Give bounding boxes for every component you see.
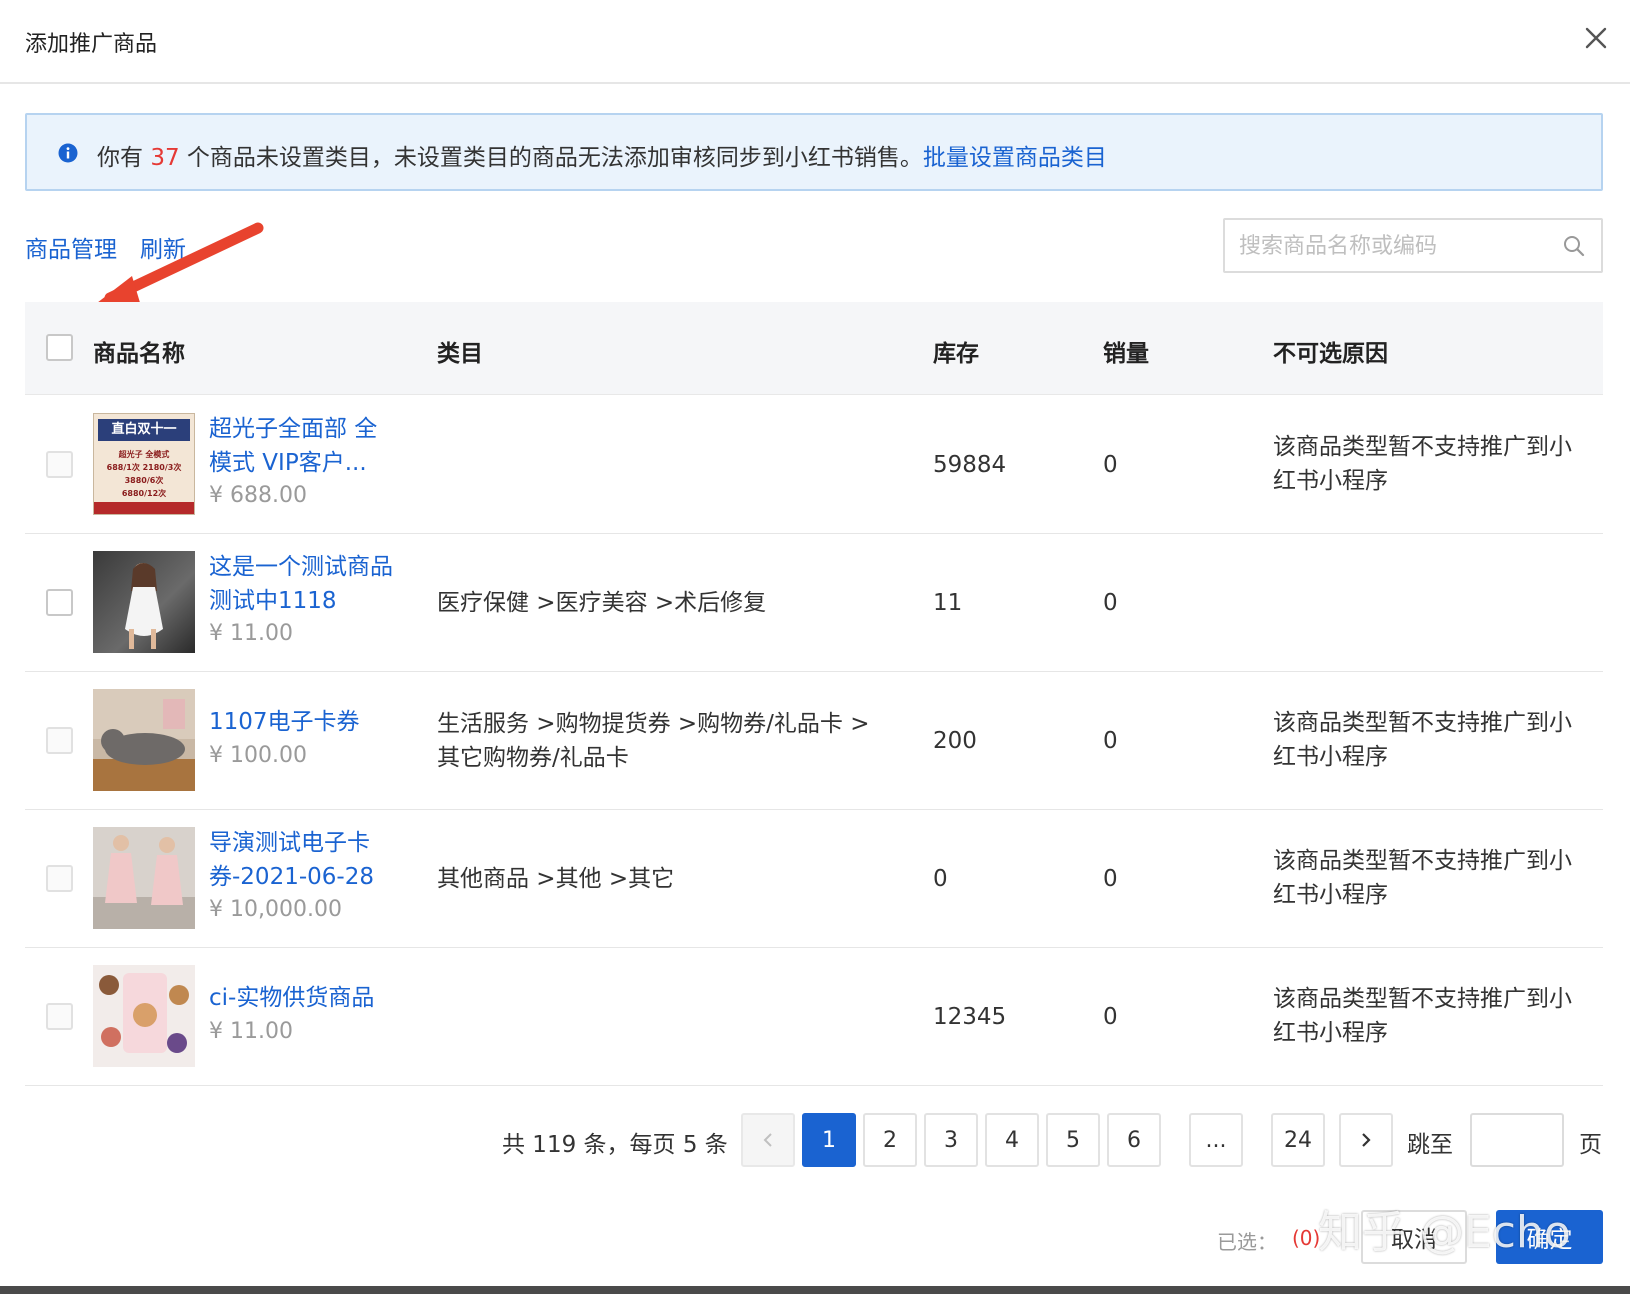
page-button-2[interactable]: 2 xyxy=(863,1113,917,1167)
table-row: 导演测试电子卡券-2021-06-28 ¥ 10,000.00 其他商品 >其他… xyxy=(25,810,1603,948)
search-icon[interactable] xyxy=(1562,234,1586,258)
prev-page-button[interactable] xyxy=(741,1113,795,1167)
refresh-link[interactable]: 刷新 xyxy=(140,230,186,264)
category-notice: 你有 37 个商品未设置类目，未设置类目的商品无法添加审核同步到小红书销售。批量… xyxy=(25,113,1603,191)
notice-prefix: 你有 xyxy=(97,145,143,171)
product-stock: 12345 xyxy=(933,1004,1007,1030)
add-promotion-dialog: 添加推广商品 你有 37 个商品未设置类目，未设置类目的商品无法添加审核同步到小… xyxy=(0,0,1630,1294)
unselectable-reason: 该商品类型暂不支持推广到小红书小程序 xyxy=(1273,434,1572,494)
unselectable-reason: 该商品类型暂不支持推广到小红书小程序 xyxy=(1273,986,1572,1046)
chevron-left-icon xyxy=(763,1133,772,1147)
notice-text: 你有 37 个商品未设置类目，未设置类目的商品无法添加审核同步到小红书销售。批量… xyxy=(97,138,1107,172)
page-button-4[interactable]: 4 xyxy=(985,1113,1039,1167)
notice-message: 个商品未设置类目，未设置类目的商品无法添加审核同步到小红书销售。 xyxy=(186,145,923,171)
product-thumbnail: 直白双十一 超光子 全模式 688/1次 2180/3次 3880/6次 688… xyxy=(93,413,195,515)
uncategorized-count: 37 xyxy=(150,145,180,171)
column-header-name: 商品名称 xyxy=(93,341,185,367)
table-row: ci-实物供货商品 ¥ 11.00 12345 0 该商品类型暂不支持推广到小红… xyxy=(25,948,1603,1086)
column-header-reason: 不可选原因 xyxy=(1273,341,1388,367)
page-button-3[interactable]: 3 xyxy=(924,1113,978,1167)
product-stock: 0 xyxy=(933,866,948,892)
product-price: ¥ 11.00 xyxy=(209,621,293,646)
product-name-link[interactable]: 1107电子卡券 xyxy=(209,705,399,739)
page-button-24[interactable]: 24 xyxy=(1271,1113,1325,1167)
row-checkbox[interactable] xyxy=(46,727,73,754)
cat-photo xyxy=(93,689,195,791)
unselectable-reason: 该商品类型暂不支持推广到小红书小程序 xyxy=(1273,710,1572,770)
confirm-button[interactable]: 确定 xyxy=(1496,1210,1603,1264)
unselectable-reason: 该商品类型暂不支持推广到小红书小程序 xyxy=(1273,848,1572,908)
phone-grip-photo xyxy=(99,973,189,1053)
info-icon xyxy=(58,143,78,163)
product-sales: 0 xyxy=(1103,1004,1118,1030)
dress-photo xyxy=(125,563,163,649)
product-name-link[interactable]: 超光子全面部 全模式 VIP客户... xyxy=(209,412,399,480)
table-row: 直白双十一 超光子 全模式 688/1次 2180/3次 3880/6次 688… xyxy=(25,396,1603,534)
product-sales: 0 xyxy=(1103,728,1118,754)
cancel-button[interactable]: 取消 xyxy=(1361,1210,1467,1264)
product-thumbnail xyxy=(93,689,195,791)
table-row: 1107电子卡券 ¥ 100.00 生活服务 >购物提货券 >购物券/礼品卡 >… xyxy=(25,672,1603,810)
row-checkbox[interactable] xyxy=(46,589,73,616)
product-thumbnail xyxy=(93,551,195,653)
selected-count: (0) xyxy=(1292,1226,1321,1250)
product-stock: 11 xyxy=(933,590,963,616)
thumb-text: 超光子 全模式 688/1次 2180/3次 3880/6次 6880/12次 xyxy=(106,450,182,498)
chevron-right-icon xyxy=(1362,1133,1371,1147)
batch-set-category-link[interactable]: 批量设置商品类目 xyxy=(923,145,1107,171)
row-checkbox[interactable] xyxy=(46,865,73,892)
jump-to-label: 跳至 xyxy=(1407,1132,1453,1158)
page-button-1[interactable]: 1 xyxy=(802,1113,856,1167)
product-stock: 200 xyxy=(933,728,977,754)
dialog-title: 添加推广商品 xyxy=(25,32,158,57)
product-price: ¥ 10,000.00 xyxy=(209,897,342,922)
page-ellipsis-button[interactable]: ... xyxy=(1189,1113,1243,1167)
search-input[interactable] xyxy=(1239,228,1559,264)
pagination-total: 共 119 条，每页 5 条 xyxy=(502,1132,728,1158)
dress-photo xyxy=(93,835,195,929)
product-thumbnail xyxy=(93,827,195,929)
column-header-category: 类目 xyxy=(437,341,483,367)
selected-label: 已选： xyxy=(1217,1230,1277,1254)
product-sales: 0 xyxy=(1103,590,1118,616)
product-price: ¥ 688.00 xyxy=(209,483,307,508)
table-header: 商品名称 类目 库存 销量 不可选原因 xyxy=(25,302,1603,395)
column-header-stock: 库存 xyxy=(933,341,979,367)
product-category: 生活服务 >购物提货券 >购物券/礼品卡 >其它购物券/礼品卡 xyxy=(437,711,870,771)
product-price: ¥ 100.00 xyxy=(209,743,307,768)
thumb-title: 直白双十一 xyxy=(98,419,190,441)
product-name-link[interactable]: ci-实物供货商品 xyxy=(209,981,429,1015)
page-button-5[interactable]: 5 xyxy=(1046,1113,1100,1167)
row-checkbox[interactable] xyxy=(46,451,73,478)
product-category: 其他商品 >其他 >其它 xyxy=(437,866,675,892)
page-button-6[interactable]: 6 xyxy=(1107,1113,1161,1167)
product-category: 医疗保健 >医疗美容 >术后修复 xyxy=(437,590,767,616)
product-name-link[interactable]: 导演测试电子卡券-2021-06-28 xyxy=(209,826,399,894)
product-sales: 0 xyxy=(1103,866,1118,892)
product-management-link[interactable]: 商品管理 xyxy=(25,230,117,264)
bottom-edge xyxy=(0,1286,1630,1294)
close-icon[interactable] xyxy=(1584,26,1608,50)
search-box xyxy=(1223,218,1603,273)
select-all-checkbox[interactable] xyxy=(46,334,73,361)
dialog-header: 添加推广商品 xyxy=(0,0,1630,84)
product-name-link[interactable]: 这是一个测试商品测试中1118 xyxy=(209,550,399,618)
column-header-sales: 销量 xyxy=(1103,341,1149,367)
jump-page-input[interactable] xyxy=(1470,1113,1564,1167)
product-stock: 59884 xyxy=(933,452,1007,478)
next-page-button[interactable] xyxy=(1339,1113,1393,1167)
page-suffix-label: 页 xyxy=(1579,1132,1602,1158)
product-sales: 0 xyxy=(1103,452,1118,478)
product-price: ¥ 11.00 xyxy=(209,1019,293,1044)
table-row: 这是一个测试商品测试中1118 ¥ 11.00 医疗保健 >医疗美容 >术后修复… xyxy=(25,534,1603,672)
product-thumbnail xyxy=(93,965,195,1067)
row-checkbox[interactable] xyxy=(46,1003,73,1030)
